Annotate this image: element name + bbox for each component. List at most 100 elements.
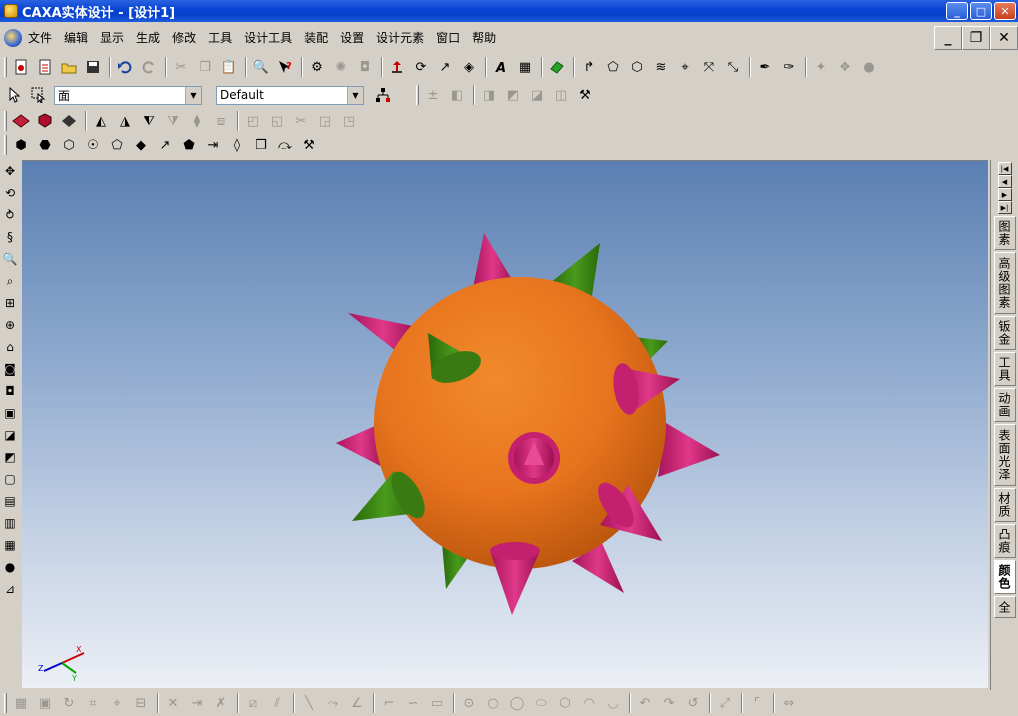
design-viewport[interactable]: X Y Z	[22, 160, 988, 688]
tangent-icon[interactable]: ⤳	[322, 692, 344, 714]
draft-icon[interactable]: ⧩	[162, 110, 184, 132]
toolbar-grip[interactable]	[4, 693, 7, 713]
menu-window[interactable]: 窗口	[430, 27, 466, 49]
open-folder-icon[interactable]	[58, 56, 80, 78]
align-left-icon[interactable]: ◨	[478, 84, 500, 106]
folder-view-icon[interactable]: ▦	[1, 535, 19, 555]
spline-icon[interactable]: ∽	[402, 692, 424, 714]
tab-sheet-metal[interactable]: 钣金	[993, 316, 1016, 350]
polyline-icon[interactable]: ⌐	[378, 692, 400, 714]
tab-surface-finish[interactable]: 表面光泽	[993, 424, 1016, 486]
grid-icon[interactable]: ▦	[10, 692, 32, 714]
circle-center-icon[interactable]: ⊙	[458, 692, 480, 714]
solid-black-icon[interactable]	[58, 110, 80, 132]
style-select[interactable]: Default ▼	[216, 85, 364, 105]
arc-tangent-icon[interactable]: ↶	[634, 692, 656, 714]
snap-grid-icon[interactable]: ⌗	[82, 692, 104, 714]
undo-icon[interactable]	[114, 56, 136, 78]
measure-icon[interactable]: ⌖	[674, 56, 696, 78]
tab-animation[interactable]: 动画	[993, 388, 1016, 422]
delete-icon[interactable]: ✗	[210, 692, 232, 714]
tab-tools[interactable]: 工具	[993, 352, 1016, 386]
face-icon[interactable]: ⬠	[602, 56, 624, 78]
menu-edit[interactable]: 编辑	[58, 27, 94, 49]
scroll-up-button[interactable]: ◀	[997, 175, 1012, 188]
mdi-restore-button[interactable]: ❐	[962, 26, 990, 50]
toolbar-grip[interactable]	[4, 57, 7, 77]
new-design-icon[interactable]	[34, 56, 56, 78]
extrude-icon[interactable]	[386, 56, 408, 78]
cut-icon[interactable]: ✂	[170, 56, 192, 78]
close-button[interactable]: ✕	[994, 2, 1016, 20]
twist-icon[interactable]: §	[1, 227, 19, 247]
solid-dark-icon[interactable]	[34, 110, 56, 132]
eyedropper-icon[interactable]: ✑	[778, 56, 800, 78]
orbit-icon[interactable]: ⟲	[1, 183, 19, 203]
tab-color[interactable]: 颜色	[993, 560, 1016, 594]
document-icon[interactable]	[4, 29, 22, 47]
chevron-down-icon[interactable]: ▼	[347, 86, 363, 104]
view-target-icon[interactable]: ⊕	[1, 315, 19, 335]
spike-magenta-center[interactable]	[508, 432, 560, 484]
surface-offset-icon[interactable]: ↗	[154, 134, 176, 156]
surface-sew-icon[interactable]: ◊	[226, 134, 248, 156]
scissors-icon[interactable]: ✂	[290, 110, 312, 132]
align-top-icon[interactable]: ◫	[550, 84, 572, 106]
render-icon[interactable]: ⚙	[306, 56, 328, 78]
select-arrow-icon[interactable]	[4, 84, 26, 106]
arc-3pt-icon[interactable]: ◡	[602, 692, 624, 714]
menu-design-tools[interactable]: 设计工具	[238, 27, 298, 49]
parallel-icon[interactable]: ⫽	[266, 692, 288, 714]
section-icon[interactable]: ≋	[650, 56, 672, 78]
menu-file[interactable]: 文件	[22, 27, 58, 49]
scroll-last-button[interactable]: ▶|	[997, 201, 1012, 214]
chamfer-icon[interactable]: ⧨	[138, 110, 160, 132]
lighting-icon[interactable]: ✺	[330, 56, 352, 78]
maximize-button[interactable]: □	[970, 2, 992, 20]
align-center-icon[interactable]: ◩	[502, 84, 524, 106]
boolean-icon[interactable]: ◰	[242, 110, 264, 132]
sphere-view-icon[interactable]: ●	[1, 557, 19, 577]
trim-icon[interactable]: ✕	[162, 692, 184, 714]
surface-extend-icon[interactable]: ⬠	[106, 134, 128, 156]
scroll-down-button[interactable]: ▶	[997, 188, 1012, 201]
scroll-first-button[interactable]: |◀	[997, 162, 1012, 175]
tab-advanced-primitives[interactable]: 高级图素	[993, 252, 1016, 314]
tab-material[interactable]: 材质	[993, 488, 1016, 522]
line-icon[interactable]: ╲	[298, 692, 320, 714]
camera-icon[interactable]: ◘	[354, 56, 376, 78]
loft-icon[interactable]: ◈	[458, 56, 480, 78]
cube-icon[interactable]: ◲	[314, 110, 336, 132]
circle-3pt-icon[interactable]: ◯	[506, 692, 528, 714]
camera-icon[interactable]: ◙	[1, 359, 19, 379]
polygon-icon[interactable]: ⬡	[554, 692, 576, 714]
toolbar-grip[interactable]	[4, 111, 7, 131]
angle-icon[interactable]: ∠	[346, 692, 368, 714]
decal-icon[interactable]: ●	[858, 56, 880, 78]
tab-emboss[interactable]: 凸痕	[993, 524, 1016, 558]
save-icon[interactable]	[82, 56, 104, 78]
wireframe-icon[interactable]: ▥	[1, 513, 19, 533]
surface-fill-icon[interactable]: ⬟	[178, 134, 200, 156]
tab-primitives[interactable]: 图素	[993, 216, 1016, 250]
surface-trim-icon[interactable]: ◆	[130, 134, 152, 156]
box-icon[interactable]: ▣	[34, 692, 56, 714]
sweep-icon[interactable]: ↗	[434, 56, 456, 78]
tools-icon[interactable]: ⚒	[574, 84, 596, 106]
surface-revolve-icon[interactable]: ☉	[82, 134, 104, 156]
pan-icon[interactable]: ✥	[1, 161, 19, 181]
ellipse-icon[interactable]: ⬭	[530, 692, 552, 714]
dimension-icon[interactable]: ↱	[578, 56, 600, 78]
surface-patch-icon[interactable]: ⬢	[10, 134, 32, 156]
section-view-icon[interactable]: ◪	[1, 425, 19, 445]
spike-magenta[interactable]	[658, 423, 720, 477]
scale-icon[interactable]: ⤡	[722, 56, 744, 78]
zoom-fit-icon[interactable]: ⊞	[1, 293, 19, 313]
circle-icon[interactable]: ○	[482, 692, 504, 714]
align-icon[interactable]: ⊟	[130, 692, 152, 714]
mirror-icon[interactable]: ⧈	[210, 110, 232, 132]
surface-loft-icon[interactable]: ⬣	[34, 134, 56, 156]
text-icon[interactable]: A	[490, 56, 512, 78]
add-element-icon[interactable]: ±	[422, 84, 444, 106]
minimize-button[interactable]: _	[946, 2, 968, 20]
